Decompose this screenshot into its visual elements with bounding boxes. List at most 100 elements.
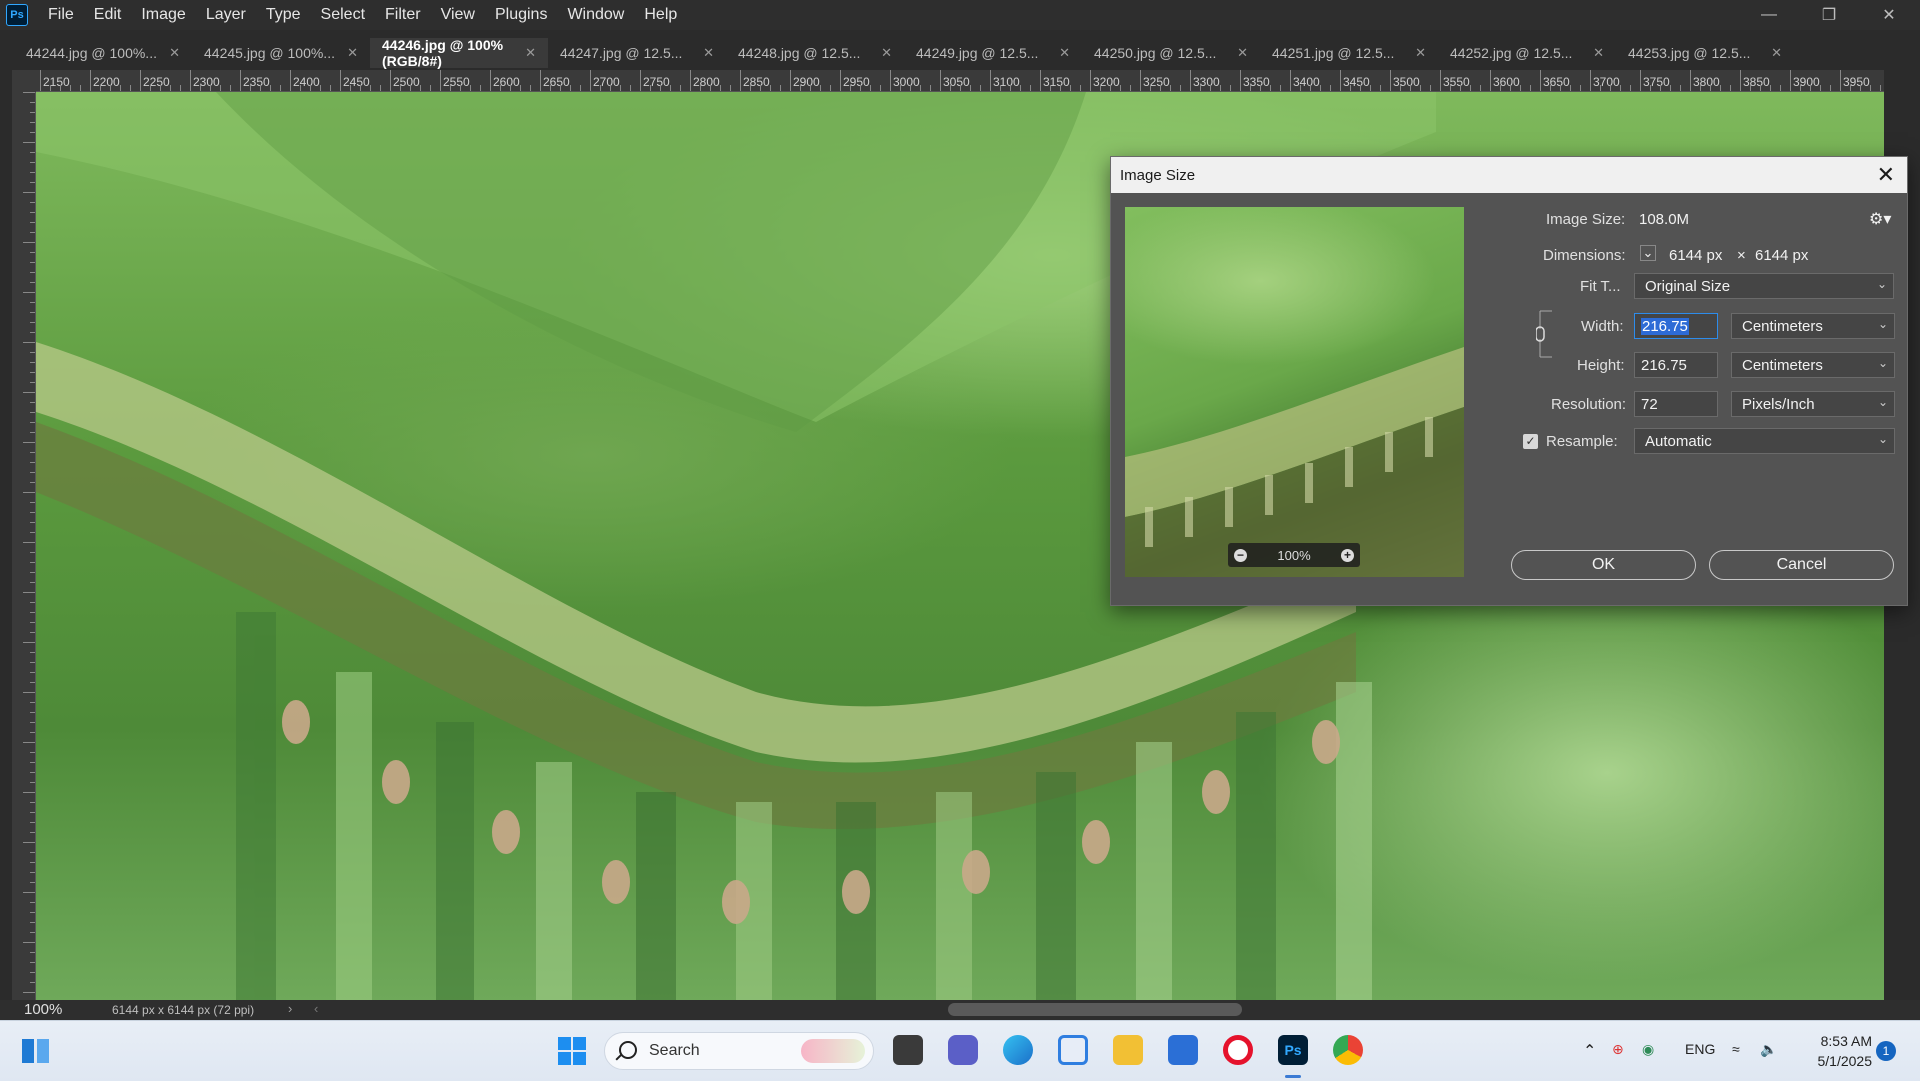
microsoft-store-icon[interactable] [1168, 1035, 1198, 1065]
tab-44252[interactable]: 44252.jpg @ 12.5... ✕ [1438, 38, 1616, 68]
menu-file[interactable]: File [38, 0, 84, 30]
tab-44247[interactable]: 44247.jpg @ 12.5... ✕ [548, 38, 726, 68]
cancel-button[interactable]: Cancel [1709, 550, 1894, 580]
status-bar: 100% 6144 px x 6144 px (72 ppi) › ‹ [0, 1000, 1920, 1020]
resample-select[interactable]: Automatic ⌄ [1634, 428, 1895, 454]
resample-checkbox[interactable]: ✓ [1523, 434, 1538, 449]
ruler-minor-tick [30, 882, 35, 883]
tab-close-icon[interactable]: ✕ [1593, 45, 1604, 61]
tab-44251[interactable]: 44251.jpg @ 12.5... ✕ [1260, 38, 1438, 68]
width-unit-select[interactable]: Centimeters ⌄ [1731, 313, 1895, 339]
horizontal-ruler[interactable]: 2150 2200 2250 2300 2350 2400 2450 2500 2550 2600… [36, 70, 1884, 92]
ruler-minor-tick [80, 85, 81, 91]
ruler-minor-tick [30, 682, 35, 683]
task-view-icon[interactable] [893, 1035, 923, 1065]
ruler-minor-tick [1760, 85, 1761, 91]
ok-button[interactable]: OK [1511, 550, 1696, 580]
snipping-tool-icon[interactable] [1058, 1035, 1088, 1065]
show-hidden-icons-chevron-icon[interactable]: ⌃ [1583, 1041, 1596, 1061]
file-explorer-icon[interactable] [1113, 1035, 1143, 1065]
tab-close-icon[interactable]: ✕ [703, 45, 714, 61]
menu-image[interactable]: Image [131, 0, 195, 30]
tab-44245[interactable]: 44245.jpg @ 100%... ✕ [192, 38, 370, 68]
tab-44246[interactable]: 44246.jpg @ 100% (RGB/8#) ✕ [370, 37, 548, 69]
menu-layer[interactable]: Layer [196, 0, 256, 30]
dialog-titlebar[interactable]: Image Size ✕ [1111, 157, 1907, 193]
ruler-minor-tick [770, 85, 771, 91]
horizontal-scrollbar-thumb[interactable] [948, 1003, 1242, 1016]
menu-select[interactable]: Select [311, 0, 375, 30]
tab-close-icon[interactable]: ✕ [881, 45, 892, 61]
volume-muted-icon[interactable]: 🔈 [1760, 1041, 1777, 1058]
ruler-minor-tick [560, 85, 561, 91]
taskbar-clock[interactable]: 8:53 AM 5/1/2025 [1800, 1031, 1873, 1071]
zoom-level[interactable]: 100% [24, 1001, 62, 1018]
widgets-icon[interactable] [20, 1035, 52, 1067]
teams-icon[interactable] [948, 1035, 978, 1065]
tab-44244[interactable]: 44244.jpg @ 100%... ✕ [14, 38, 192, 68]
start-windows-icon[interactable] [556, 1035, 588, 1067]
ruler-minor-tick [1020, 85, 1021, 91]
height-input[interactable]: 216.75 [1634, 352, 1718, 378]
chrome-icon[interactable] [1333, 1035, 1363, 1065]
vertical-ruler[interactable] [12, 92, 36, 1000]
menu-filter[interactable]: Filter [375, 0, 431, 30]
minimize-icon[interactable]: — [1746, 0, 1792, 30]
menu-help[interactable]: Help [634, 0, 687, 30]
zoom-in-icon[interactable]: + [1341, 548, 1354, 562]
ruler-corner[interactable] [12, 70, 36, 92]
wifi-icon[interactable]: ≈ [1732, 1041, 1740, 1057]
menu-plugins[interactable]: Plugins [485, 0, 557, 30]
tab-close-icon[interactable]: ✕ [347, 45, 358, 61]
fit-to-select[interactable]: Original Size ⌄ [1634, 273, 1894, 299]
menu-type[interactable]: Type [256, 0, 311, 30]
zoom-out-icon[interactable]: − [1234, 548, 1247, 562]
tab-close-icon[interactable]: ✕ [169, 45, 180, 61]
resolution-value: 72 [1641, 396, 1658, 413]
tab-44250[interactable]: 44250.jpg @ 12.5... ✕ [1082, 38, 1260, 68]
ruler-minor-tick [23, 192, 35, 193]
opera-icon[interactable] [1223, 1035, 1253, 1065]
resolution-unit-select[interactable]: Pixels/Inch ⌄ [1731, 391, 1895, 417]
ruler-minor-tick [30, 502, 35, 503]
tab-close-icon[interactable]: ✕ [1415, 45, 1426, 61]
tab-44248[interactable]: 44248.jpg @ 12.5... ✕ [726, 38, 904, 68]
menu-window[interactable]: Window [557, 0, 634, 30]
settings-gear-icon[interactable]: ⚙▾ [1869, 209, 1891, 229]
tab-close-icon[interactable]: ✕ [1059, 45, 1070, 61]
dialog-close-icon[interactable]: ✕ [1877, 162, 1895, 188]
photoshop-taskbar-icon[interactable]: Ps [1278, 1035, 1308, 1065]
status-menu-chevron-icon[interactable]: › [288, 1001, 292, 1016]
language-indicator[interactable]: ENG [1685, 1041, 1715, 1057]
resolution-input[interactable]: 72 [1634, 391, 1718, 417]
ruler-tick [40, 70, 41, 91]
tab-44253[interactable]: 44253.jpg @ 12.5... ✕ [1616, 38, 1794, 68]
tab-label: 44251.jpg @ 12.5... [1272, 45, 1395, 61]
scroll-left-icon[interactable]: ‹ [314, 1001, 318, 1016]
close-window-icon[interactable]: ✕ [1866, 0, 1912, 30]
ruler-minor-tick [23, 892, 35, 893]
constrain-proportions-link-icon[interactable] [1536, 309, 1558, 359]
tab-close-icon[interactable]: ✕ [1771, 45, 1782, 61]
ruler-tick-label: 2600 [493, 75, 520, 89]
ruler-tick-label: 3500 [1393, 75, 1420, 89]
vpn-icon[interactable]: ⊕ [1612, 1041, 1624, 1058]
edge-icon[interactable] [1003, 1035, 1033, 1065]
restore-icon[interactable]: ❐ [1806, 0, 1852, 30]
dimensions-units-chevron-icon[interactable]: ⌄ [1640, 245, 1656, 261]
network-globe-icon[interactable]: ◉ [1642, 1041, 1654, 1058]
taskbar-search[interactable]: Search [604, 1032, 874, 1070]
preview-pane[interactable]: − 100% + [1125, 207, 1464, 577]
ruler-tick [790, 70, 791, 91]
menu-view[interactable]: View [431, 0, 485, 30]
width-input[interactable]: 216.75 [1634, 313, 1718, 339]
menu-edit[interactable]: Edit [84, 0, 132, 30]
ruler-tick-label: 2400 [293, 75, 320, 89]
notification-badge[interactable]: 1 [1876, 1041, 1896, 1061]
tab-close-icon[interactable]: ✕ [1237, 45, 1248, 61]
tab-44249[interactable]: 44249.jpg @ 12.5... ✕ [904, 38, 1082, 68]
tab-close-icon[interactable]: ✕ [525, 45, 536, 61]
height-unit-select[interactable]: Centimeters ⌄ [1731, 352, 1895, 378]
ruler-minor-tick [30, 612, 35, 613]
ruler-minor-tick [630, 85, 631, 91]
